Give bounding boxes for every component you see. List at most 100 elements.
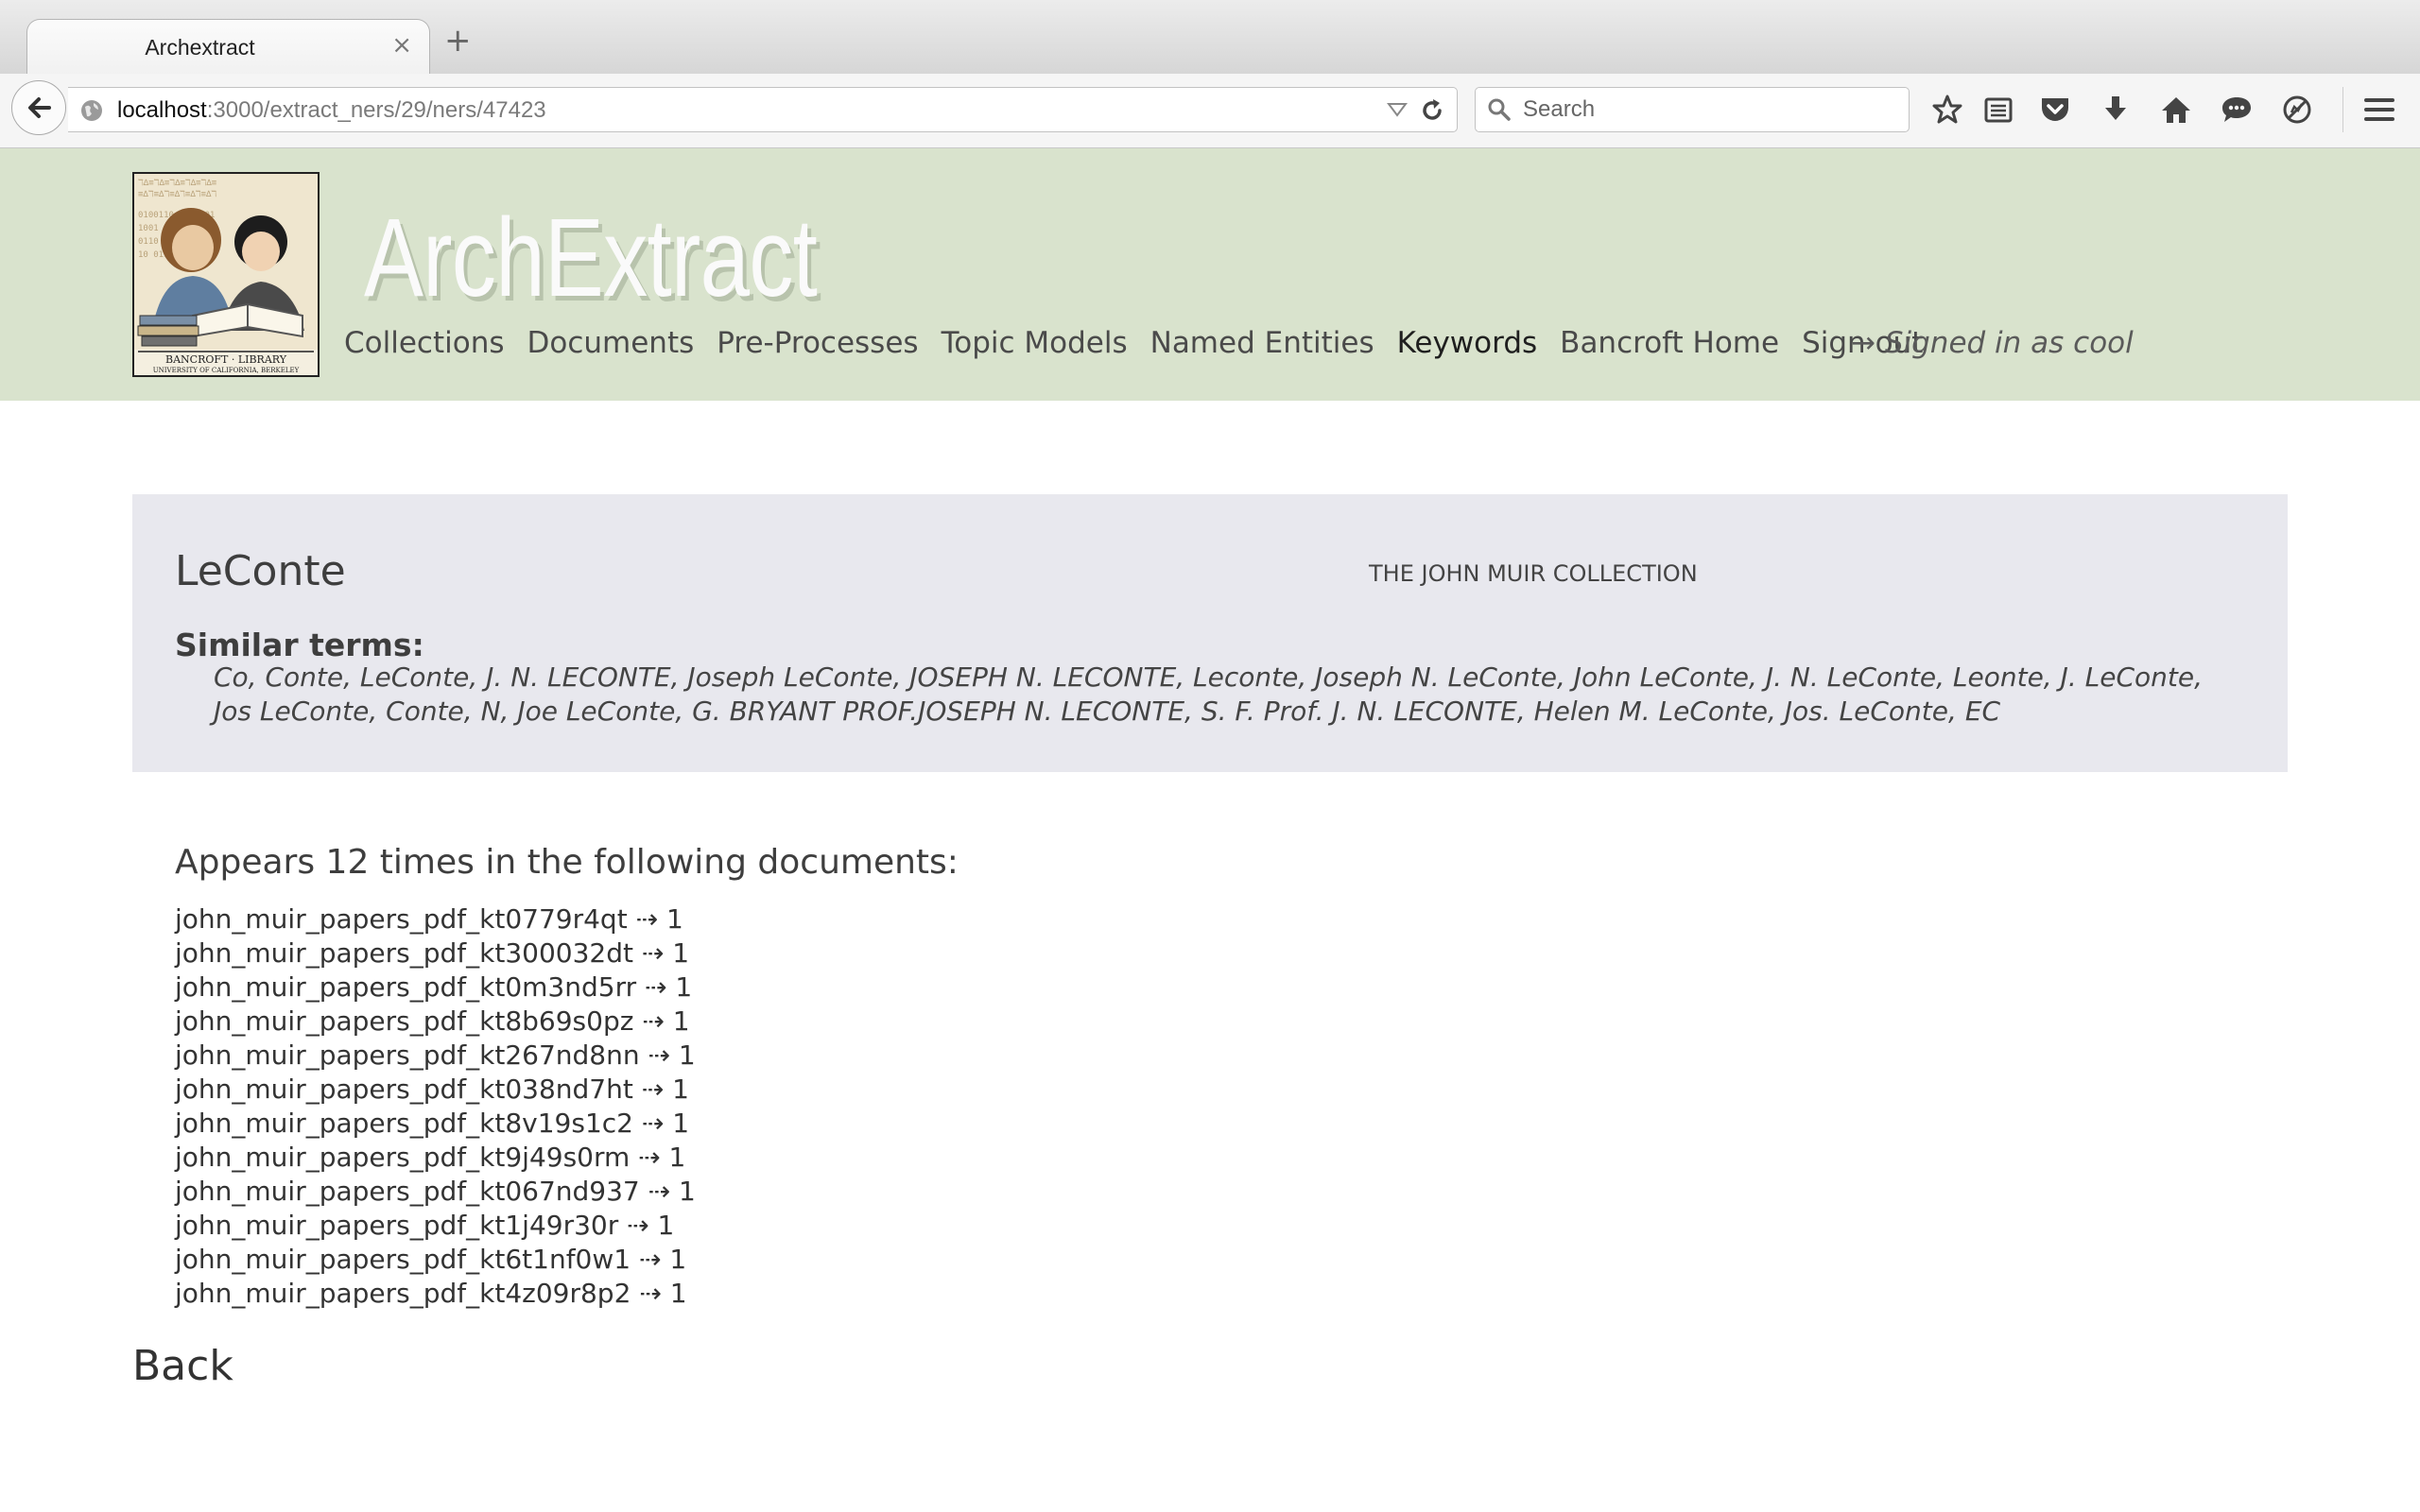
site-header: ℸ∆≡ℸ∆≡ℸ∆≡ℸ∆≡ℸ∆≡ ≡∆ℸ≡∆ℸ≡∆ℸ≡∆ℸ≡∆ℸ 0100110 … [0,148,2420,401]
document-link[interactable]: john_muir_papers_pdf_kt067nd937 [175,1176,640,1207]
document-link[interactable]: john_muir_papers_pdf_kt8b69s0pz [175,1005,633,1037]
search-input[interactable] [1523,94,1892,126]
document-link[interactable]: john_muir_papers_pdf_kt6t1nf0w1 [175,1244,631,1275]
document-count: 1 [657,1210,675,1241]
tracking-protection-icon [2283,95,2311,124]
appears-heading: Appears 12 times in the following docume… [175,843,959,882]
document-link[interactable]: john_muir_papers_pdf_kt4z09r8p2 [175,1278,631,1309]
document-link[interactable]: john_muir_papers_pdf_kt267nd8nn [175,1040,640,1071]
tab-title: Archextract [145,35,255,60]
collection-name: THE JOHN MUIR COLLECTION [1369,560,1698,587]
document-row: john_muir_papers_pdf_kt0779r4qt ⇢ 1 [175,902,696,936]
document-link[interactable]: john_muir_papers_pdf_kt0779r4qt [175,903,628,935]
svg-text:UNIVERSITY OF CALIFORNIA, BERK: UNIVERSITY OF CALIFORNIA, BERKELEY [153,367,300,374]
navigation-toolbar: localhost:3000/extract_ners/29/ners/4742… [0,74,2420,148]
svg-text:BANCROFT · LIBRARY: BANCROFT · LIBRARY [165,353,287,366]
back-link[interactable]: Back [132,1342,233,1390]
signed-in-status: → Signed in as cool [1851,326,2134,360]
tab-close-icon[interactable]: × [391,31,412,60]
arrow-icon: ⇢ [642,1005,665,1037]
document-count: 1 [672,1074,689,1105]
document-count: 1 [669,1278,687,1309]
arrow-icon: ⇢ [641,1074,665,1105]
new-tab-icon[interactable]: + [444,25,472,57]
home-icon [2162,97,2190,123]
arrow-icon: ⇢ [639,1278,662,1309]
document-link[interactable]: john_muir_papers_pdf_kt9j49s0rm [175,1142,630,1173]
reading-list-icon [1984,97,2013,123]
nav-collections[interactable]: Collections [344,326,505,360]
star-icon [1932,94,1962,124]
url-text[interactable]: localhost:3000/extract_ners/29/ners/4742… [117,97,546,124]
document-count: 1 [679,1176,696,1207]
nav-named-entities[interactable]: Named Entities [1150,326,1374,360]
document-row: john_muir_papers_pdf_kt8b69s0pz ⇢ 1 [175,1005,696,1039]
toolbar-separator [2342,87,2343,132]
pocket-icon [2042,98,2068,121]
nav-documents[interactable]: Documents [527,326,695,360]
entity-name: LeConte [175,547,346,595]
nav-topic-models[interactable]: Topic Models [942,326,1128,360]
nav-pre-processes[interactable]: Pre-Processes [717,326,918,360]
document-link[interactable]: john_muir_papers_pdf_kt1j49r30r [175,1210,618,1241]
arrow-icon: ⇢ [639,1244,662,1275]
document-count: 1 [672,1005,690,1037]
document-row: john_muir_papers_pdf_kt6t1nf0w1 ⇢ 1 [175,1243,696,1277]
home-button[interactable] [2157,91,2195,129]
back-arrow-icon [28,97,51,118]
url-bar[interactable]: localhost:3000/extract_ners/29/ners/4742… [68,87,1458,132]
back-button[interactable] [11,80,66,135]
url-path: :3000/extract_ners/29/ners/47423 [206,97,546,123]
chat-button[interactable] [2218,91,2256,129]
reading-list-button[interactable] [1979,91,2017,129]
document-row: john_muir_papers_pdf_kt4z09r8p2 ⇢ 1 [175,1277,696,1311]
download-icon [2105,96,2126,120]
arrow-icon: ⇢ [635,903,659,935]
document-row: john_muir_papers_pdf_kt038nd7ht ⇢ 1 [175,1073,696,1107]
document-row: john_muir_papers_pdf_kt267nd8nn ⇢ 1 [175,1039,696,1073]
document-link[interactable]: john_muir_papers_pdf_kt8v19s1c2 [175,1108,633,1139]
document-row: john_muir_papers_pdf_kt067nd937 ⇢ 1 [175,1175,696,1209]
downloads-button[interactable] [2097,91,2135,129]
similar-terms-list: Co, Conte, LeConte, J. N. LECONTE, Josep… [214,662,2204,727]
document-count: 1 [666,903,683,935]
arrow-icon: ⇢ [641,937,665,969]
document-list: john_muir_papers_pdf_kt0779r4qt ⇢ 1 john… [175,902,696,1311]
arrow-icon: ⇢ [648,1040,670,1071]
globe-icon [81,100,102,121]
bancroft-library-logo[interactable]: ℸ∆≡ℸ∆≡ℸ∆≡ℸ∆≡ℸ∆≡ ≡∆ℸ≡∆ℸ≡∆ℸ≡∆ℸ≡∆ℸ 0100110 … [132,172,320,377]
nav-bancroft-home[interactable]: Bancroft Home [1560,326,1779,360]
arrow-icon: ⇢ [627,1210,649,1241]
url-host: localhost [117,97,207,123]
document-count: 1 [678,1040,696,1071]
document-link[interactable]: john_muir_papers_pdf_kt0m3nd5rr [175,971,636,1003]
document-row: john_muir_papers_pdf_kt1j49r30r ⇢ 1 [175,1209,696,1243]
pocket-button[interactable] [2036,91,2074,129]
entity-info-panel: LeConte THE JOHN MUIR COLLECTION Similar… [132,494,2288,772]
document-count: 1 [672,937,690,969]
document-row: john_muir_papers_pdf_kt8v19s1c2 ⇢ 1 [175,1107,696,1141]
hamburger-menu-icon [2364,98,2394,121]
search-bar[interactable] [1475,87,1910,132]
site-title[interactable]: ArchExtract [364,194,818,322]
reload-icon[interactable] [1419,97,1445,124]
menu-button[interactable] [2360,91,2398,129]
main-nav: Collections Documents Pre-Processes Topi… [344,326,1945,360]
document-link[interactable]: john_muir_papers_pdf_kt038nd7ht [175,1074,633,1105]
bookmark-button[interactable] [1928,91,1966,129]
svg-text:ℸ∆≡ℸ∆≡ℸ∆≡ℸ∆≡ℸ∆≡: ℸ∆≡ℸ∆≡ℸ∆≡ℸ∆≡ℸ∆≡ [138,179,217,188]
arrow-icon: ⇢ [638,1142,661,1173]
arrow-icon: ⇢ [648,1176,671,1207]
tracking-protection-button[interactable] [2278,91,2316,129]
dropdown-arrow-icon[interactable] [1387,101,1408,118]
search-icon [1488,98,1511,121]
document-link[interactable]: john_muir_papers_pdf_kt300032dt [175,937,633,969]
document-count: 1 [672,1108,690,1139]
chat-icon [2222,97,2251,122]
browser-tab[interactable]: Archextract × [26,19,430,75]
document-count: 1 [668,1142,686,1173]
library-readers-illustration: ℸ∆≡ℸ∆≡ℸ∆≡ℸ∆≡ℸ∆≡ ≡∆ℸ≡∆ℸ≡∆ℸ≡∆ℸ≡∆ℸ 0100110 … [134,174,318,375]
tab-strip: Archextract × + [0,0,2420,75]
document-row: john_muir_papers_pdf_kt300032dt ⇢ 1 [175,936,696,971]
nav-keywords[interactable]: Keywords [1397,326,1538,360]
